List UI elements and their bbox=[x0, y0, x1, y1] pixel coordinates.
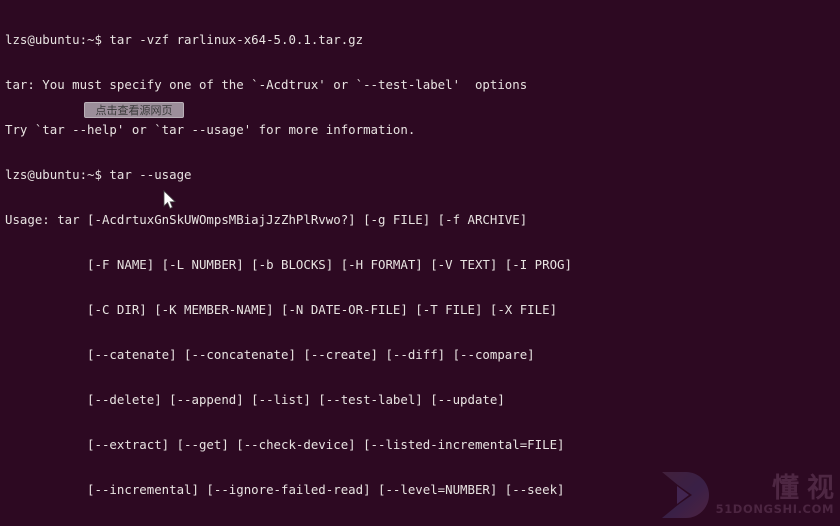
terminal-window[interactable]: lzs@ubuntu:~$ tar -vzf rarlinux-x64-5.0.… bbox=[0, 0, 840, 526]
terminal-line: [--delete] [--append] [--list] [--test-l… bbox=[5, 392, 505, 407]
terminal-line: lzs@ubuntu:~$ tar --usage bbox=[5, 167, 192, 182]
terminal-line: [--catenate] [--concatenate] [--create] … bbox=[5, 347, 535, 362]
terminal-line: [-C DIR] [-K MEMBER-NAME] [-N DATE-OR-FI… bbox=[5, 302, 558, 317]
terminal-line: tar: You must specify one of the `-Acdtr… bbox=[5, 77, 528, 92]
terminal-line: lzs@ubuntu:~$ tar -vzf rarlinux-x64-5.0.… bbox=[5, 32, 364, 47]
terminal-line: [-F NAME] [-L NUMBER] [-b BLOCKS] [-H FO… bbox=[5, 257, 572, 272]
terminal-line: [--incremental] [--ignore-failed-read] [… bbox=[5, 482, 565, 497]
terminal-line: Try `tar --help' or `tar --usage' for mo… bbox=[5, 122, 416, 137]
terminal-line: Usage: tar [-AcdrtuxGnSkUWOmpsMBiajJzZhP… bbox=[5, 212, 528, 227]
terminal-line: [--extract] [--get] [--check-device] [--… bbox=[5, 437, 565, 452]
view-source-page-tooltip[interactable]: 点击查看源网页 bbox=[84, 102, 184, 118]
terminal-output[interactable]: lzs@ubuntu:~$ tar -vzf rarlinux-x64-5.0.… bbox=[5, 2, 840, 526]
